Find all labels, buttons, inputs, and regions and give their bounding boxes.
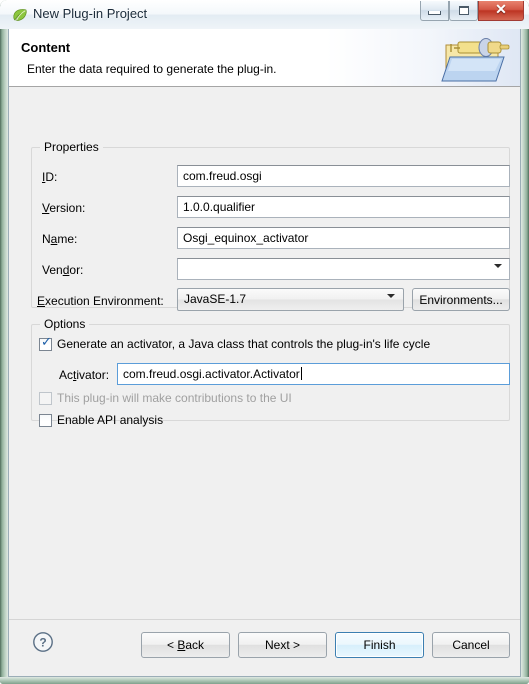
help-icon[interactable]: ? xyxy=(32,631,54,653)
finish-button[interactable]: Finish xyxy=(335,632,424,658)
window-title: New Plug-in Project xyxy=(33,6,148,21)
svg-text:?: ? xyxy=(39,636,46,650)
environments-button[interactable]: Environments... xyxy=(412,288,510,311)
ui-contributions-label: This plug-in will make contributions to … xyxy=(57,391,292,405)
maximize-button[interactable] xyxy=(449,1,478,21)
checkbox-icon xyxy=(39,413,52,427)
name-label: Name: xyxy=(42,232,78,246)
dialog-button-bar: ? < Back Next > Finish Cancel xyxy=(9,619,520,676)
window-border-left xyxy=(0,0,8,684)
back-button[interactable]: < Back xyxy=(141,632,230,658)
vendor-label: Vendor: xyxy=(42,263,84,277)
checkbox-icon xyxy=(39,391,52,405)
back-button-label: < Back xyxy=(166,638,205,652)
next-button-label: Next > xyxy=(264,638,300,652)
options-group-label: Options xyxy=(40,317,90,331)
version-label: Version: xyxy=(42,201,86,215)
wizard-banner: Content Enter the data required to gener… xyxy=(9,29,520,87)
page-title: Content xyxy=(21,40,71,55)
vendor-combo[interactable] xyxy=(177,258,510,280)
name-input[interactable]: Osgi_equinox_activator xyxy=(177,227,510,249)
generate-activator-checkbox[interactable]: ✓ Generate an activator, a Java class th… xyxy=(39,334,431,351)
window-border-bottom xyxy=(0,677,529,684)
id-input[interactable]: com.freud.osgi xyxy=(177,165,510,187)
chevron-down-icon xyxy=(494,264,502,279)
page-description: Enter the data required to generate the … xyxy=(27,62,277,76)
close-button[interactable]: ✕ xyxy=(478,1,524,21)
execution-environment-value: JavaSE-1.7 xyxy=(184,292,247,306)
execution-environment-label: Execution Environment: xyxy=(37,294,164,308)
execution-environment-combo[interactable]: JavaSE-1.7 xyxy=(177,288,404,311)
checkbox-icon: ✓ xyxy=(39,334,52,351)
minimize-icon xyxy=(428,11,441,15)
cancel-button-label: Cancel xyxy=(452,638,490,652)
leaf-icon xyxy=(12,8,28,22)
activator-label: Activator: xyxy=(59,368,110,382)
next-button[interactable]: Next > xyxy=(238,632,327,658)
maximize-icon xyxy=(458,6,469,15)
generate-activator-label: Generate an activator, a Java class that… xyxy=(57,337,431,351)
chevron-down-icon xyxy=(387,294,395,310)
dialog-window: New Plug-in Project ✕ Content Enter the … xyxy=(0,0,529,684)
finish-button-label: Finish xyxy=(363,638,396,652)
close-icon: ✕ xyxy=(495,2,507,18)
activator-input-value: com.freud.osgi.activator.Activator xyxy=(123,367,300,381)
minimize-button[interactable] xyxy=(420,1,449,21)
plugin-project-banner-icon xyxy=(438,31,514,85)
cancel-button[interactable]: Cancel xyxy=(432,632,510,658)
api-analysis-label: Enable API analysis xyxy=(57,413,164,427)
window-controls: ✕ xyxy=(420,1,524,21)
dialog-client: Content Enter the data required to gener… xyxy=(8,29,521,677)
ui-contributions-checkbox: This plug-in will make contributions to … xyxy=(39,391,292,405)
version-input[interactable]: 1.0.0.qualifier xyxy=(177,196,510,218)
id-label: ID: xyxy=(42,170,58,184)
title-bar[interactable]: New Plug-in Project ✕ xyxy=(0,0,529,29)
window-border-right xyxy=(521,0,529,684)
text-caret xyxy=(300,367,302,380)
api-analysis-checkbox[interactable]: Enable API analysis xyxy=(39,413,163,427)
environments-button-label: Environments... xyxy=(419,292,503,307)
properties-group-label: Properties xyxy=(40,140,103,154)
activator-input[interactable]: com.freud.osgi.activator.Activator xyxy=(117,363,510,385)
